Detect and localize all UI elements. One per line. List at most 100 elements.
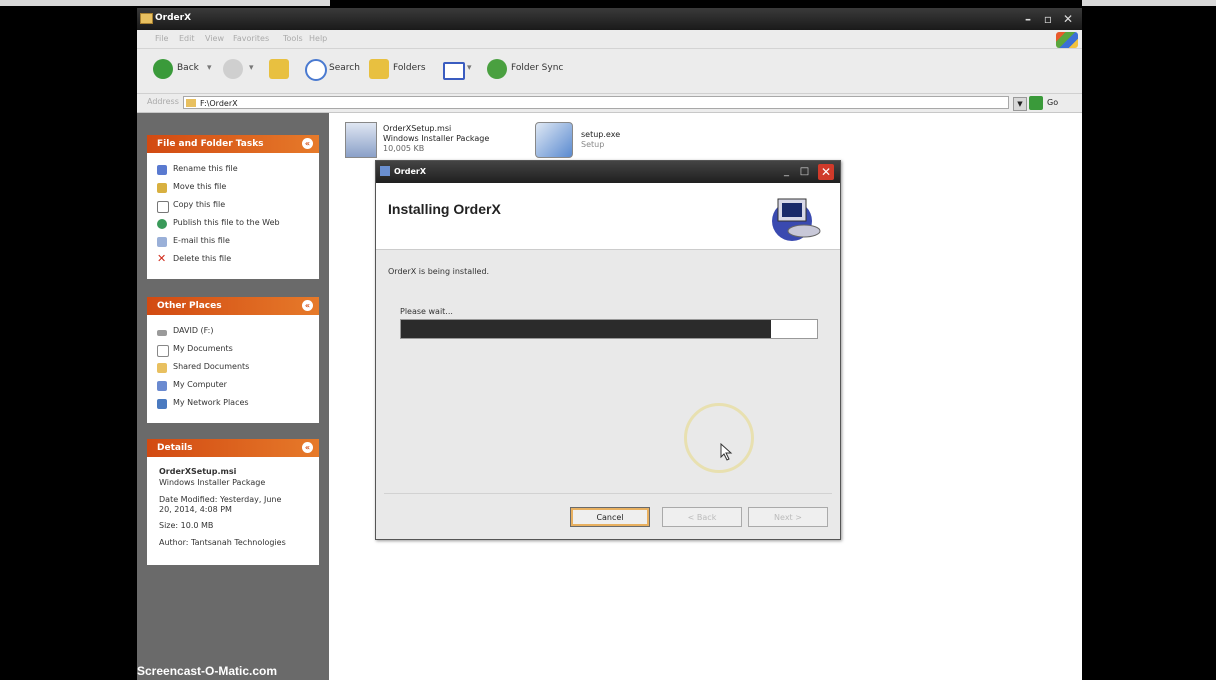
close-icon[interactable]: ✕ (818, 164, 834, 180)
place-label: Shared Documents (173, 362, 250, 371)
file-tasks-panel: File and Folder Tasks « Rename this file… (147, 135, 319, 279)
task-label: Delete this file (173, 254, 232, 263)
task-label: Copy this file (173, 200, 226, 209)
collapse-chevron-icon[interactable]: « (302, 442, 313, 453)
folders-icon[interactable] (369, 59, 389, 79)
details-header[interactable]: Details « (147, 439, 319, 457)
top-strip-right (1082, 0, 1216, 6)
place-label: My Computer (173, 380, 227, 389)
collapse-chevron-icon[interactable]: « (302, 138, 313, 149)
search-button[interactable]: Search (329, 63, 360, 73)
go-arrow-icon[interactable] (1029, 96, 1043, 110)
address-bar: Address F:\OrderX ▼ Go (137, 94, 1082, 113)
click-highlight-ring (684, 403, 754, 473)
maximize-icon[interactable]: ▫ (1041, 12, 1055, 26)
file-item-setup[interactable]: setup.exe Setup (533, 120, 653, 164)
maximize-icon[interactable]: □ (798, 165, 811, 178)
cancel-button[interactable]: Cancel (570, 507, 650, 527)
menu-edit[interactable]: Edit (179, 34, 195, 43)
install-status-text: OrderX is being installed. (388, 267, 490, 276)
installer-icon (380, 166, 390, 176)
back-button[interactable]: Back (177, 63, 199, 73)
dialog-title-bar[interactable]: OrderX _ □ ✕ (376, 161, 840, 183)
toolbar: Back ▾ ▾ Search Folders ▾ Folder Sync (137, 49, 1082, 94)
documents-icon (157, 345, 169, 357)
menu-favorites[interactable]: Favorites (233, 34, 269, 43)
go-button[interactable]: Go (1047, 98, 1058, 107)
place-label: My Network Places (173, 398, 249, 407)
dialog-header: Installing OrderX (376, 183, 840, 250)
folder-icon (186, 99, 196, 107)
minimize-icon[interactable]: _ (780, 165, 793, 178)
details-modified: Date Modified: Yesterday, June (159, 495, 282, 504)
delete-icon: ✕ (157, 252, 167, 265)
task-label: Move this file (173, 182, 227, 191)
back-button[interactable]: < Back (662, 507, 742, 527)
other-places-title: Other Places (157, 301, 222, 311)
forward-arrow-icon[interactable] (223, 59, 243, 79)
task-label: E-mail this file (173, 236, 230, 245)
screencast-watermark: Screencast-O-Matic.com (137, 664, 278, 678)
close-icon[interactable]: ✕ (1061, 12, 1075, 26)
place-label: My Documents (173, 344, 233, 353)
forward-dropdown-icon[interactable]: ▾ (249, 63, 254, 73)
views-dropdown-icon[interactable]: ▾ (467, 63, 472, 73)
views-icon[interactable] (443, 62, 465, 80)
file-tasks-title: File and Folder Tasks (157, 139, 264, 149)
file-name: setup.exe (581, 130, 621, 139)
top-strip-left (0, 0, 330, 6)
file-tasks-header[interactable]: File and Folder Tasks « (147, 135, 319, 153)
mouse-cursor-icon (720, 443, 733, 461)
folders-button[interactable]: Folders (393, 63, 426, 73)
next-button[interactable]: Next > (748, 507, 828, 527)
up-folder-icon[interactable] (269, 59, 289, 79)
folder-sync-button[interactable]: Folder Sync (511, 63, 563, 73)
task-label: Rename this file (173, 164, 238, 173)
install-progress-bar (400, 319, 818, 339)
task-label: Publish this file to the Web (173, 218, 280, 227)
publish-icon (157, 219, 167, 229)
file-name: OrderXSetup.msi (383, 124, 452, 133)
menu-tools[interactable]: Tools (283, 34, 303, 43)
menu-file[interactable]: File (155, 34, 168, 43)
installer-dialog: OrderX _ □ ✕ Installing OrderX OrderX is… (375, 160, 841, 540)
menu-view[interactable]: View (205, 34, 224, 43)
network-icon (157, 399, 167, 409)
details-panel: Details « OrderXSetup.msi Windows Instal… (147, 439, 319, 565)
menu-help[interactable]: Help (309, 34, 327, 43)
divider (384, 493, 832, 494)
address-dropdown-icon[interactable]: ▼ (1013, 97, 1027, 111)
windows-logo-icon (1056, 32, 1078, 48)
file-size: 10,005 KB (383, 144, 425, 153)
window-title: OrderX (155, 13, 192, 23)
email-icon (157, 237, 167, 247)
move-icon (157, 183, 167, 193)
back-arrow-icon[interactable] (153, 59, 173, 79)
details-title: Details (157, 443, 193, 453)
menu-bar: File Edit View Favorites Tools Help (137, 30, 1082, 49)
back-dropdown-icon[interactable]: ▾ (207, 63, 212, 73)
details-filetype: Windows Installer Package (159, 478, 266, 487)
other-places-header[interactable]: Other Places « (147, 297, 319, 315)
file-item-msi[interactable]: OrderXSetup.msi Windows Installer Packag… (343, 120, 503, 164)
folder-icon (157, 363, 167, 373)
file-type: Windows Installer Package (383, 134, 490, 143)
file-type: Setup (581, 140, 605, 149)
rename-icon (157, 165, 167, 175)
installer-graphic-icon (772, 198, 821, 241)
details-filename: OrderXSetup.msi (159, 467, 237, 476)
collapse-chevron-icon[interactable]: « (302, 300, 313, 311)
minimize-icon[interactable]: – (1021, 12, 1035, 26)
dialog-heading: Installing OrderX (388, 201, 501, 217)
search-icon[interactable] (305, 59, 327, 81)
setup-exe-icon (535, 122, 573, 158)
drive-icon (157, 330, 167, 336)
installer-package-icon (345, 122, 377, 158)
details-author: Author: Tantsanah Technologies (159, 538, 286, 547)
folder-sync-icon[interactable] (487, 59, 507, 79)
other-places-panel: Other Places « DAVID (F:) My Documents S… (147, 297, 319, 423)
title-bar[interactable]: OrderX – ▫ ✕ (137, 8, 1082, 30)
computer-icon (157, 381, 167, 391)
address-input[interactable]: F:\OrderX (183, 96, 1009, 109)
folder-icon (140, 13, 153, 24)
